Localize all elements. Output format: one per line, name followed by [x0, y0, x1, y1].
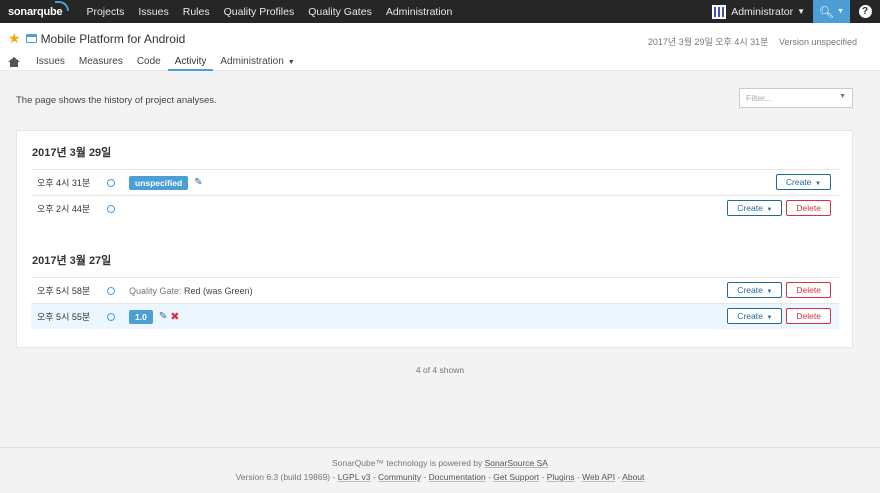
chevron-down-icon: ▼ [764, 315, 773, 321]
tab-administration-label: Administration [220, 56, 284, 67]
create-label: Create [737, 203, 763, 213]
version-badge: unspecified [129, 175, 189, 190]
footer-link-get-support[interactable]: Get Support [493, 472, 539, 482]
quality-gate-event: Quality Gate: Red (was Green) [129, 286, 253, 296]
edit-pencil-icon[interactable]: ✎ [159, 311, 167, 322]
project-header: ★ Mobile Platform for Android 2017년 3월 2… [0, 23, 880, 71]
remove-version-icon[interactable]: ✖ [170, 310, 179, 323]
footer-link-about[interactable]: About [622, 472, 644, 482]
project-icon [25, 34, 37, 43]
row-actions: Create ▼ Delete [723, 282, 831, 298]
chevron-down-icon: ▼ [839, 93, 846, 100]
footer-line-2: Version 6.3 (build 19869) - LGPL v3 - Co… [235, 472, 645, 482]
tab-measures[interactable]: Measures [72, 56, 130, 71]
footer-line-1: SonarQube™ technology is powered by Sona… [0, 458, 880, 468]
quality-gate-label: Quality Gate: [129, 285, 182, 296]
analysis-dot-icon [107, 286, 115, 295]
project-meta: 2017년 3월 29일 오후 4시 31분 Version unspecifi… [640, 35, 857, 48]
analysis-row: 오후 2시 44분 Create ▼ Delete [31, 195, 839, 221]
logo-arc-icon [55, 0, 70, 11]
top-navbar: sonarqube Projects Issues Rules Quality … [0, 0, 880, 23]
search-button[interactable]: 🔍︎ ▼ [813, 0, 850, 23]
user-menu[interactable]: Administrator ▼ [712, 4, 805, 19]
analysis-time: 오후 5시 55분 [37, 312, 91, 322]
avatar [712, 4, 727, 19]
create-label: Create [737, 311, 763, 321]
analysis-dot-icon [107, 178, 115, 187]
powered-by-text: SonarQube™ technology is powered by [332, 458, 485, 468]
row-actions: Create ▼ Delete [723, 308, 831, 324]
create-button[interactable]: Create ▼ [727, 282, 783, 298]
favorite-star-icon[interactable]: ★ [8, 30, 21, 47]
analysis-time: 오후 4시 31분 [37, 178, 91, 188]
last-analysis-date: 2017년 3월 29일 오후 4시 31분 [647, 37, 769, 47]
version-text: Version 6.3 (build 19869) [235, 472, 331, 482]
analysis-row: 오후 5시 55분 1.0 ✎ ✖ Create ▼ Delete [31, 303, 839, 329]
project-title: ★ Mobile Platform for Android [8, 30, 185, 47]
delete-button[interactable]: Delete [786, 308, 831, 324]
chevron-down-icon: ▼ [837, 8, 845, 15]
analysis-time: 오후 2시 44분 [37, 204, 91, 214]
nav-rules[interactable]: Rules [183, 6, 210, 18]
day-header: 2017년 3월 27일 [32, 255, 112, 267]
row-actions: Create ▼ [772, 174, 831, 190]
sonarsource-link[interactable]: SonarSource SA [485, 458, 548, 468]
version-badge: 1.0 [129, 309, 153, 324]
logo-text: sonarqube [8, 5, 63, 18]
create-label: Create [785, 177, 812, 187]
chevron-down-icon: ▼ [285, 59, 295, 66]
search-icon: 🔍︎ [818, 4, 835, 19]
filter-placeholder: Filter... [746, 93, 772, 103]
chevron-down-icon: ▼ [813, 181, 821, 187]
analysis-row: 오후 4시 31분 unspecified ✎ Create ▼ [31, 169, 839, 195]
analysis-row: 오후 5시 58분 Quality Gate: Red (was Green) … [31, 277, 839, 303]
chevron-down-icon: ▼ [797, 7, 805, 16]
filter-select[interactable]: Filter... ▼ [739, 88, 853, 108]
user-name: Administrator [731, 5, 794, 18]
create-label: Create [737, 285, 763, 295]
delete-button[interactable]: Delete [786, 200, 831, 216]
project-version: Version unspecified [778, 37, 857, 47]
help-button[interactable]: ? [850, 0, 880, 23]
tab-administration[interactable]: Administration ▼ [213, 56, 301, 71]
nav-quality-gates[interactable]: Quality Gates [308, 6, 372, 18]
footer-link-lgpl[interactable]: LGPL v3 [338, 472, 371, 482]
analysis-time: 오후 5시 58분 [37, 286, 91, 296]
nav-quality-profiles[interactable]: Quality Profiles [224, 6, 295, 18]
analysis-dot-icon [107, 204, 115, 213]
nav-projects[interactable]: Projects [86, 6, 124, 18]
home-icon[interactable] [8, 57, 20, 67]
chevron-down-icon: ▼ [764, 289, 773, 295]
nav-issues[interactable]: Issues [138, 6, 168, 18]
row-actions: Create ▼ Delete [723, 200, 831, 216]
analyses-list: 2017년 3월 29일 오후 4시 31분 unspecified ✎ Cre… [16, 130, 853, 348]
shown-count: 4 of 4 shown [415, 365, 465, 375]
day-header: 2017년 3월 29일 [32, 147, 112, 159]
project-name[interactable]: Mobile Platform for Android [41, 32, 186, 46]
create-button[interactable]: Create ▼ [727, 308, 783, 324]
footer-link-plugins[interactable]: Plugins [547, 472, 575, 482]
create-button[interactable]: Create ▼ [727, 200, 783, 216]
help-icon: ? [858, 5, 872, 18]
page-description: The page shows the history of project an… [16, 95, 217, 106]
nav-right: Administrator ▼ 🔍︎ ▼ ? [712, 0, 880, 23]
quality-gate-value: Red (was Green) [184, 285, 253, 296]
footer-link-web-api[interactable]: Web API [582, 472, 615, 482]
footer-link-documentation[interactable]: Documentation [429, 472, 486, 482]
delete-button[interactable]: Delete [786, 282, 831, 298]
tab-issues[interactable]: Issues [29, 56, 72, 71]
edit-pencil-icon[interactable]: ✎ [194, 177, 202, 188]
nav-administration[interactable]: Administration [386, 6, 453, 18]
tab-activity[interactable]: Activity [167, 56, 214, 71]
tab-code[interactable]: Code [130, 56, 168, 71]
chevron-down-icon: ▼ [764, 207, 773, 213]
footer: SonarQube™ technology is powered by Sona… [0, 447, 880, 493]
sonarqube-logo[interactable]: sonarqube [8, 0, 70, 18]
analysis-dot-icon [107, 312, 115, 321]
create-button[interactable]: Create ▼ [775, 174, 831, 190]
footer-link-community[interactable]: Community [378, 472, 421, 482]
project-tabs: Issues Measures Code Activity Administra… [8, 53, 302, 71]
